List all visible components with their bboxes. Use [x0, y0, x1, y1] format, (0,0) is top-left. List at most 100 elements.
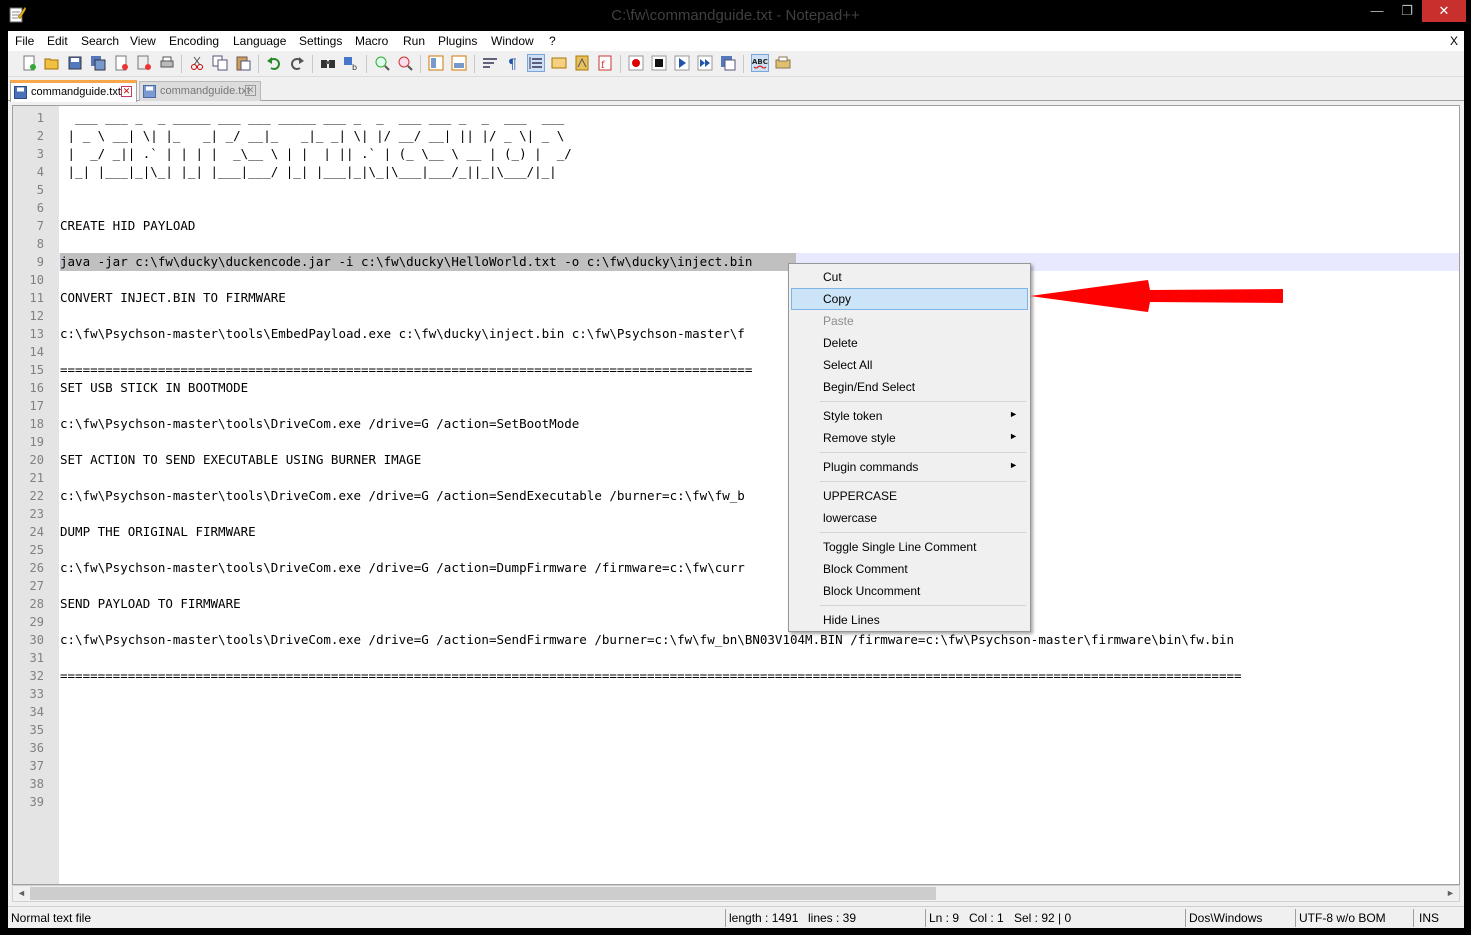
context-menu-delete[interactable]: Delete [791, 332, 1028, 354]
editor-line[interactable] [59, 757, 1459, 775]
menu-window[interactable]: Window [491, 34, 534, 48]
editor-line[interactable] [59, 793, 1459, 811]
menu-help[interactable]: ? [549, 34, 556, 48]
editor-line[interactable] [59, 721, 1459, 739]
context-menu-style-token[interactable]: Style token ► [791, 405, 1028, 427]
run-macro-multiple-icon[interactable] [697, 55, 713, 71]
editor-line[interactable] [59, 577, 1459, 595]
new-file-icon[interactable] [21, 55, 37, 71]
zoom-in-icon[interactable] [374, 55, 390, 71]
scroll-right-arrow-icon[interactable]: ► [1442, 886, 1459, 901]
code-area[interactable]: ___ ___ _ _ _____ ___ ___ _____ ___ _ _ … [59, 106, 1459, 884]
editor-line[interactable]: SET ACTION TO SEND EXECUTABLE USING BURN… [59, 451, 1459, 469]
close-window-button[interactable]: ✕ [1422, 0, 1466, 22]
context-menu-hide-lines[interactable]: Hide Lines [791, 609, 1028, 631]
context-menu-paste[interactable]: Paste [791, 310, 1028, 332]
menu-settings[interactable]: Settings [299, 34, 342, 48]
save-macro-icon[interactable] [720, 55, 736, 71]
tab-close-icon[interactable]: ✕ [245, 85, 256, 96]
open-file-icon[interactable] [44, 55, 60, 71]
editor-line[interactable] [59, 505, 1459, 523]
editor-line[interactable] [59, 775, 1459, 793]
print-icon[interactable] [159, 55, 175, 71]
cut-icon[interactable] [189, 55, 205, 71]
context-menu-plugin-commands[interactable]: Plugin commands ► [791, 456, 1028, 478]
editor-line[interactable] [59, 469, 1459, 487]
editor-line[interactable]: |_| |___|_|\_| |_| |___|___/ |_| |___|_|… [59, 163, 1459, 181]
horizontal-scrollbar[interactable]: ◄ ► [12, 885, 1460, 902]
playback-macro-icon[interactable] [674, 55, 690, 71]
indent-guide-icon[interactable] [527, 54, 545, 72]
tab-commandguide-inactive[interactable]: commandguide.txt ✕ [139, 81, 261, 101]
editor-line[interactable]: ========================================… [59, 361, 1459, 379]
editor-line[interactable]: ========================================… [59, 667, 1459, 685]
text-editor[interactable]: 1 2 3 4 5 6 7 8 9 10 11 12 13 14 15 16 17 18 19 20 21 22 23 24 2… [12, 105, 1460, 885]
sync-vertical-icon[interactable] [428, 55, 444, 71]
menu-edit[interactable]: Edit [47, 34, 68, 48]
editor-line[interactable]: c:\fw\Psychson-master\tools\EmbedPayload… [59, 325, 1459, 343]
record-macro-icon[interactable] [628, 55, 644, 71]
editor-line[interactable]: c:\fw\Psychson-master\tools\DriveCom.exe… [59, 631, 1459, 649]
menu-macro[interactable]: Macro [355, 34, 388, 48]
minimize-button[interactable]: — [1362, 0, 1392, 22]
scrollbar-thumb[interactable] [30, 887, 936, 900]
save-all-icon[interactable] [90, 55, 106, 71]
show-all-characters-icon[interactable]: ¶ [505, 55, 521, 71]
context-menu-cut[interactable]: Cut [791, 266, 1028, 288]
word-wrap-icon[interactable] [482, 55, 498, 71]
menu-search[interactable]: Search [81, 34, 119, 48]
stop-recording-icon[interactable] [651, 55, 667, 71]
editor-line[interactable]: CREATE HID PAYLOAD [59, 217, 1459, 235]
menu-encoding[interactable]: Encoding [169, 34, 219, 48]
document-map-icon[interactable] [574, 55, 590, 71]
tab-commandguide-active[interactable]: commandguide.txt ✕ [10, 80, 137, 102]
context-menu-select-all[interactable]: Select All [791, 354, 1028, 376]
close-file-icon[interactable] [113, 55, 129, 71]
editor-line[interactable]: DUMP THE ORIGINAL FIRMWARE [59, 523, 1459, 541]
context-menu-begin-end-select[interactable]: Begin/End Select [791, 376, 1028, 398]
menu-run[interactable]: Run [403, 34, 425, 48]
editor-line[interactable] [59, 397, 1459, 415]
editor-line[interactable]: c:\fw\Psychson-master\tools\DriveCom.exe… [59, 487, 1459, 505]
save-icon[interactable] [67, 55, 83, 71]
context-menu-lowercase[interactable]: lowercase [791, 507, 1028, 529]
spell-check-settings-icon[interactable] [775, 55, 791, 71]
find-icon[interactable] [320, 55, 336, 71]
redo-icon[interactable] [289, 55, 305, 71]
context-menu-copy[interactable]: Copy [791, 288, 1028, 310]
editor-line[interactable]: c:\fw\Psychson-master\tools\DriveCom.exe… [59, 559, 1459, 577]
menu-plugins[interactable]: Plugins [438, 34, 477, 48]
editor-line[interactable] [59, 343, 1459, 361]
editor-line[interactable]: java -jar c:\fw\ducky\duckencode.jar -i … [59, 253, 1459, 271]
editor-line[interactable] [59, 433, 1459, 451]
menu-view[interactable]: View [130, 34, 156, 48]
replace-icon[interactable]: b [343, 55, 359, 71]
function-list-icon[interactable]: f [597, 55, 613, 71]
spell-check-icon[interactable]: ABC [751, 54, 769, 72]
editor-line[interactable]: SEND PAYLOAD TO FIRMWARE [59, 595, 1459, 613]
context-menu-toggle-single-line-comment[interactable]: Toggle Single Line Comment [791, 536, 1028, 558]
editor-line[interactable] [59, 739, 1459, 757]
editor-line[interactable] [59, 199, 1459, 217]
editor-line[interactable]: | _ \ __| \| |_ _| _/ __|_ _|_ _| \| |/ … [59, 127, 1459, 145]
editor-line[interactable] [59, 235, 1459, 253]
editor-line[interactable] [59, 685, 1459, 703]
copy-icon[interactable] [212, 55, 228, 71]
tab-close-icon[interactable]: ✕ [121, 86, 132, 97]
editor-line[interactable]: | _/ _|| .` | | | | _\__ \ | | | || .` |… [59, 145, 1459, 163]
editor-line[interactable]: c:\fw\Psychson-master\tools\DriveCom.exe… [59, 415, 1459, 433]
user-defined-language-icon[interactable] [551, 55, 567, 71]
editor-line[interactable] [59, 541, 1459, 559]
maximize-button[interactable]: ❐ [1392, 0, 1422, 22]
close-all-icon[interactable] [136, 55, 152, 71]
menu-file[interactable]: File [15, 34, 34, 48]
menu-language[interactable]: Language [233, 34, 286, 48]
context-menu-block-uncomment[interactable]: Block Uncomment [791, 580, 1028, 602]
close-document-button[interactable]: X [1450, 34, 1458, 48]
editor-line[interactable] [59, 181, 1459, 199]
editor-line[interactable] [59, 649, 1459, 667]
context-menu-uppercase[interactable]: UPPERCASE [791, 485, 1028, 507]
scroll-left-arrow-icon[interactable]: ◄ [13, 886, 30, 901]
editor-line[interactable]: ___ ___ _ _ _____ ___ ___ _____ ___ _ _ … [59, 109, 1459, 127]
editor-line[interactable] [59, 613, 1459, 631]
